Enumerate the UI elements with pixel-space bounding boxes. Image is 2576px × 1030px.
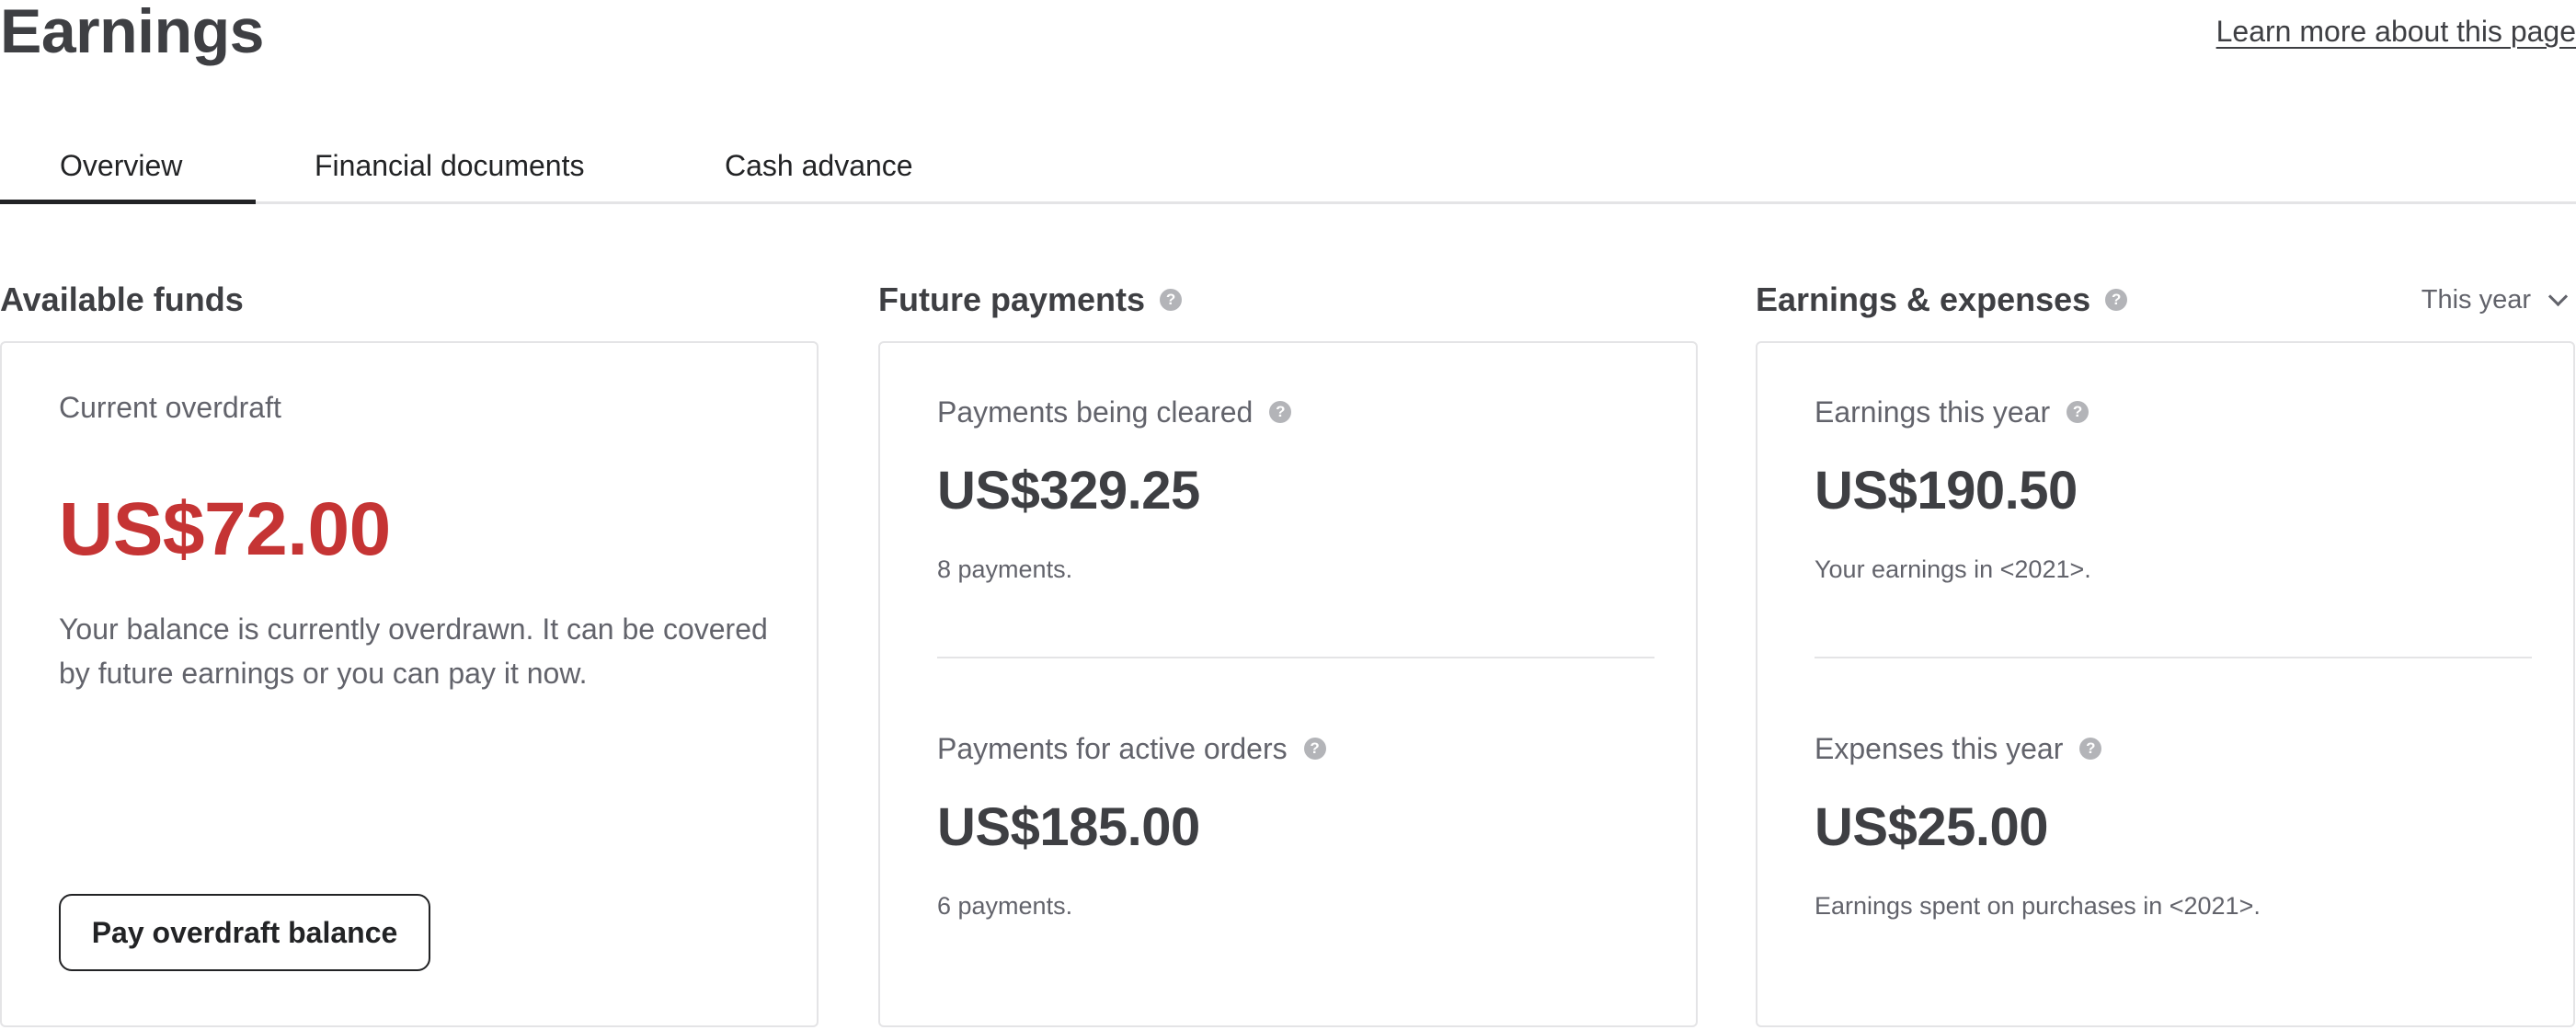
future-payments-title-text: Future payments bbox=[878, 280, 1146, 318]
tab-overview[interactable]: Overview bbox=[60, 145, 182, 186]
available-funds-card: Current overdraft US$72.00 Your balance … bbox=[0, 341, 819, 1027]
overdraft-amount: US$72.00 bbox=[59, 487, 391, 571]
learn-more-link[interactable]: Learn more about this page bbox=[2216, 13, 2576, 50]
expenses-this-year-label-text: Expenses this year bbox=[1815, 732, 2064, 765]
expenses-this-year-amount: US$25.00 bbox=[1815, 797, 2048, 857]
period-selector-value: This year bbox=[2421, 285, 2531, 315]
available-funds-title: Available funds bbox=[0, 278, 244, 322]
available-funds-title-text: Available funds bbox=[0, 280, 244, 318]
help-icon[interactable]: ? bbox=[1160, 289, 1183, 311]
chevron-down-icon bbox=[2547, 286, 2569, 306]
payments-cleared-amount: US$329.25 bbox=[937, 461, 1200, 521]
payments-cleared-count: 8 payments. bbox=[937, 555, 1073, 583]
period-selector[interactable]: This year bbox=[2421, 281, 2569, 318]
help-icon[interactable]: ? bbox=[2105, 289, 2128, 311]
earnings-this-year-description: Your earnings in <2021>. bbox=[1815, 555, 2091, 583]
pay-overdraft-button[interactable]: Pay overdraft balance bbox=[59, 894, 430, 971]
tab-cash-advance[interactable]: Cash advance bbox=[725, 145, 913, 186]
earnings-expenses-title: Earnings & expenses ? bbox=[1756, 278, 2128, 322]
help-icon[interactable]: ? bbox=[2067, 401, 2089, 423]
card-divider bbox=[937, 657, 1654, 658]
help-icon[interactable]: ? bbox=[1269, 401, 1292, 423]
earnings-expenses-card: Earnings this year ? US$190.50 Your earn… bbox=[1756, 341, 2575, 1027]
earnings-expenses-title-text: Earnings & expenses bbox=[1756, 280, 2091, 318]
payments-active-orders-label-text: Payments for active orders bbox=[937, 732, 1288, 765]
payments-active-orders-count: 6 payments. bbox=[937, 892, 1073, 920]
help-icon[interactable]: ? bbox=[1303, 738, 1326, 760]
tab-financial-documents[interactable]: Financial documents bbox=[315, 145, 584, 186]
future-payments-title: Future payments ? bbox=[878, 278, 1183, 322]
help-icon[interactable]: ? bbox=[2079, 738, 2102, 760]
payments-cleared-label-text: Payments being cleared bbox=[937, 395, 1254, 429]
page-title: Earnings bbox=[0, 0, 264, 66]
tab-bar-divider bbox=[0, 201, 2576, 204]
expenses-this-year-label: Expenses this year ? bbox=[1815, 728, 2102, 769]
payments-active-orders-label: Payments for active orders ? bbox=[937, 728, 1326, 769]
expenses-this-year-description: Earnings spent on purchases in <2021>. bbox=[1815, 892, 2261, 920]
future-payments-card: Payments being cleared ? US$329.25 8 pay… bbox=[878, 341, 1698, 1027]
current-overdraft-label-text: Current overdraft bbox=[59, 391, 281, 424]
overdraft-description: Your balance is currently overdrawn. It … bbox=[59, 612, 768, 690]
earnings-this-year-label-text: Earnings this year bbox=[1815, 395, 2051, 429]
earnings-this-year-amount: US$190.50 bbox=[1815, 461, 2078, 521]
payments-cleared-label: Payments being cleared ? bbox=[937, 392, 1292, 432]
payments-active-orders-amount: US$185.00 bbox=[937, 797, 1200, 857]
earnings-this-year-label: Earnings this year ? bbox=[1815, 392, 2089, 432]
current-overdraft-label: Current overdraft bbox=[59, 387, 281, 428]
active-tab-indicator bbox=[0, 200, 256, 204]
card-divider bbox=[1815, 657, 2532, 658]
